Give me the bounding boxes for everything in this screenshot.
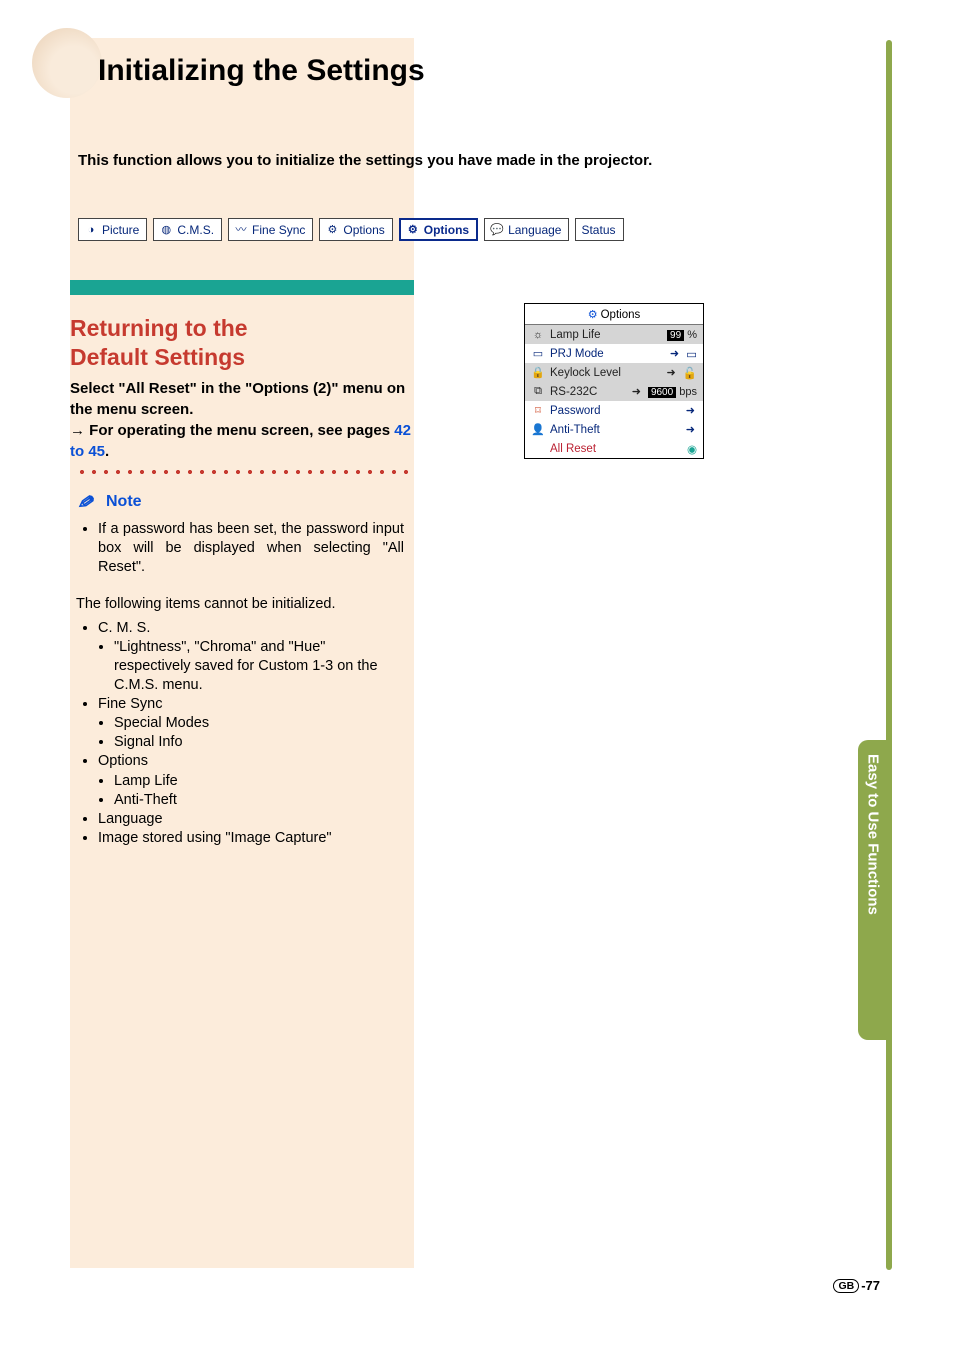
list-item: Lamp Life — [114, 772, 404, 791]
instruction-text: Select "All Reset" in the "Options (2)" … — [70, 378, 414, 462]
list-item: Options Lamp Life Anti-Theft — [98, 752, 404, 809]
prj-icon: ▭ — [531, 347, 545, 360]
osd-row-rs232c[interactable]: ⧉ RS-232C ➜ 9600 bps — [525, 382, 703, 401]
options-icon: ⚙ — [588, 308, 598, 321]
menu-tab-bar: ◑ Picture ◍ C.M.S. 〰 Fine Sync ⚙ Options ⚙ Op… — [78, 218, 624, 241]
note-header: Note — [76, 492, 142, 512]
tab-options-2[interactable]: ⚙ Options — [399, 218, 478, 241]
sync-icon: 〰 — [234, 223, 248, 237]
arrow-icon: ➜ — [666, 366, 675, 379]
osd-row-all-reset[interactable]: All Reset ◉ — [525, 439, 703, 458]
list-item: Special Modes — [114, 714, 404, 733]
page-title: Initializing the Settings — [98, 54, 425, 88]
note-bullet: If a password has been set, the password… — [98, 520, 404, 577]
screen-icon: ▭ — [686, 347, 697, 361]
arrow-icon: ➜ — [670, 347, 679, 360]
key-icon: ⌑ — [531, 404, 545, 417]
tab-cms[interactable]: ◍ C.M.S. — [153, 218, 222, 241]
page-number: -77 — [861, 1278, 880, 1293]
language-icon: 💬 — [490, 223, 504, 237]
person-icon: 👤 — [531, 423, 545, 436]
corner-ornament — [32, 28, 102, 98]
enter-icon: ◉ — [687, 442, 697, 456]
osd-row-keylock[interactable]: 🔒 Keylock Level ➜ 🔓 — [525, 363, 703, 382]
list-item: Anti-Theft — [114, 791, 404, 810]
tab-label: Status — [581, 223, 615, 237]
osd-row-lamp-life[interactable]: ☼ Lamp Life 99 % — [525, 325, 703, 344]
port-icon: ⧉ — [531, 385, 545, 398]
options-icon: ⚙ — [406, 223, 420, 237]
region-badge: GB — [833, 1279, 859, 1293]
osd-label: PRJ Mode — [550, 348, 663, 360]
arrow-icon: ➜ — [686, 404, 695, 417]
dotted-separator — [76, 469, 409, 475]
tab-label: Language — [508, 223, 561, 237]
osd-label: Keylock Level — [550, 367, 659, 379]
side-section-tab: Easy to Use Functions — [858, 740, 888, 1040]
list-item: Language — [98, 810, 404, 829]
osd-value: 99 — [667, 330, 684, 341]
list-item: Image stored using "Image Capture" — [98, 829, 404, 848]
list-item: C. M. S. "Lightness", "Chroma" and "Hue"… — [98, 619, 404, 696]
options-icon: ⚙ — [325, 223, 339, 237]
lamp-icon: ☼ — [531, 329, 545, 341]
osd-options-menu: ⚙Options ☼ Lamp Life 99 % ▭ PRJ Mode ➜▭ … — [524, 303, 704, 459]
note-sub-paragraph: The following items cannot be initialize… — [76, 595, 404, 614]
osd-label: Password — [550, 405, 679, 417]
list-item: Signal Info — [114, 733, 404, 752]
tab-label: Options — [343, 223, 384, 237]
pencil-icon — [76, 492, 102, 512]
list-item: Fine Sync Special Modes Signal Info — [98, 695, 404, 752]
note-body: If a password has been set, the password… — [82, 520, 404, 856]
arrow-icon: ➜ — [632, 385, 641, 398]
section-bar — [70, 280, 414, 295]
osd-row-password[interactable]: ⌑ Password ➜ — [525, 401, 703, 420]
section-title-line2: Default Settings — [70, 344, 245, 370]
tab-label: C.M.S. — [177, 223, 214, 237]
tab-fine-sync[interactable]: 〰 Fine Sync — [228, 218, 313, 241]
osd-label: All Reset — [550, 443, 682, 455]
osd-row-prj-mode[interactable]: ▭ PRJ Mode ➜ ▭ — [525, 344, 703, 363]
osd-row-anti-theft[interactable]: 👤 Anti-Theft ➜ — [525, 420, 703, 439]
instruction-cross-ref-pre: → For operating the menu screen, see pag… — [70, 422, 394, 439]
section-title: Returning to the Default Settings — [70, 314, 414, 372]
lock-icon: 🔓 — [683, 366, 697, 380]
osd-label: Lamp Life — [550, 329, 662, 341]
picture-icon: ◑ — [84, 223, 98, 237]
instruction-step: Select "All Reset" in the "Options (2)" … — [70, 380, 405, 418]
tab-label: Picture — [102, 223, 139, 237]
tab-options-1[interactable]: ⚙ Options — [319, 218, 392, 241]
arrow-icon: ➜ — [686, 423, 695, 436]
instruction-cross-ref-post: . — [105, 443, 109, 460]
osd-value: 9600 — [648, 387, 676, 398]
osd-label: Anti-Theft — [550, 424, 679, 436]
tab-language[interactable]: 💬 Language — [484, 218, 569, 241]
osd-title: ⚙Options — [525, 304, 703, 325]
page-footer: GB -77 — [833, 1278, 880, 1293]
tab-label: Fine Sync — [252, 223, 305, 237]
intro-text: This function allows you to initialize t… — [78, 152, 652, 169]
right-edge-strip — [886, 40, 892, 1270]
note-label: Note — [106, 493, 142, 511]
tab-picture[interactable]: ◑ Picture — [78, 218, 147, 241]
cms-icon: ◍ — [159, 223, 173, 237]
list-item: "Lightness", "Chroma" and "Hue" respecti… — [114, 638, 404, 695]
osd-label: RS-232C — [550, 386, 625, 398]
tab-label: Options — [424, 223, 469, 237]
tab-status[interactable]: Status — [575, 218, 623, 241]
lock-icon: 🔒 — [531, 366, 545, 379]
section-title-line1: Returning to the — [70, 315, 248, 341]
